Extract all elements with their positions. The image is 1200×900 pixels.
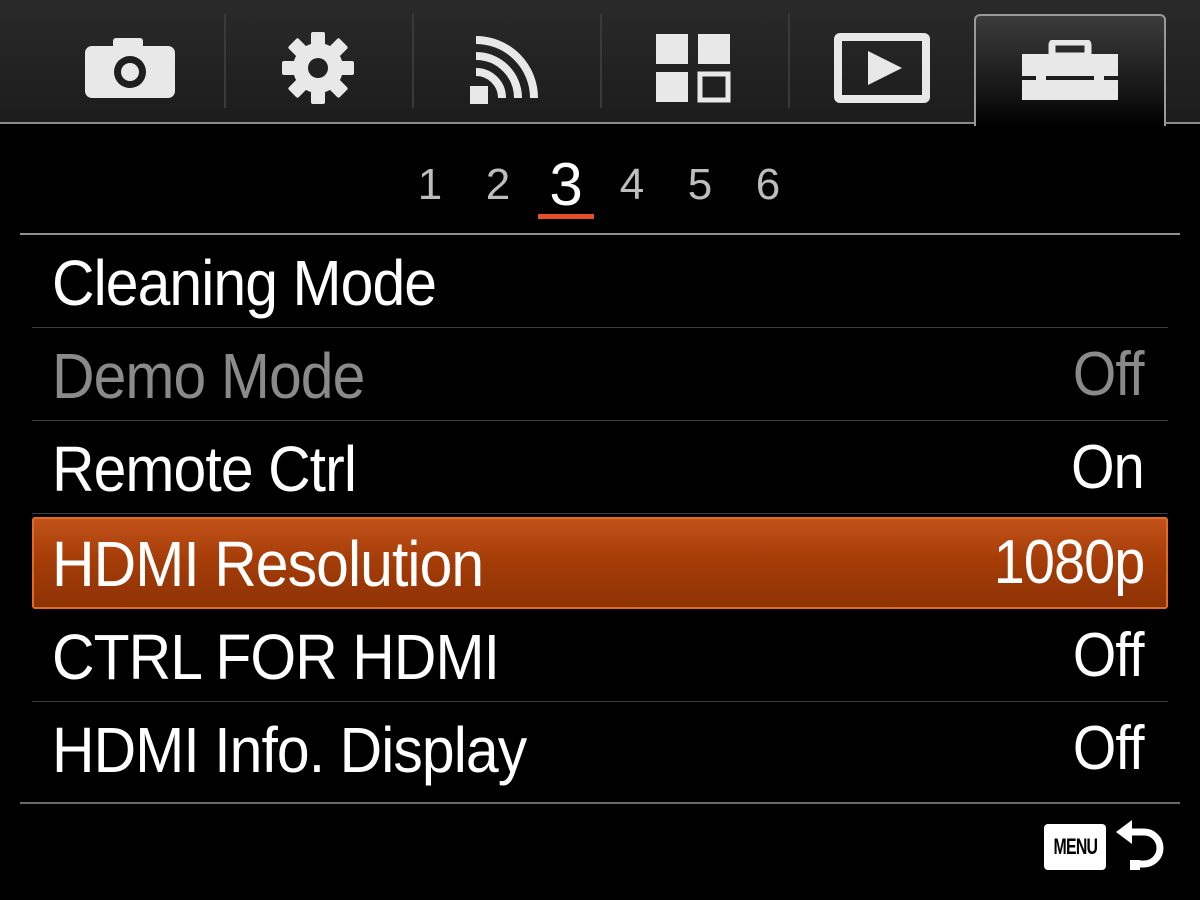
divider bbox=[20, 233, 1180, 235]
menu-button-label: MENU bbox=[1053, 834, 1097, 859]
menu-item-value: Off bbox=[1073, 621, 1145, 690]
menu-item-demo-mode[interactable]: Demo Mode Off bbox=[32, 329, 1168, 421]
menu-item-ctrl-for-hdmi[interactable]: CTRL FOR HDMI Off bbox=[32, 610, 1168, 702]
menu-item-label: Remote Ctrl bbox=[52, 433, 357, 505]
menu-item-value: Off bbox=[1073, 714, 1145, 783]
page-6[interactable]: 6 bbox=[748, 160, 788, 210]
menu-item-label: Cleaning Mode bbox=[52, 247, 437, 319]
page-4[interactable]: 4 bbox=[612, 160, 652, 210]
wireless-icon bbox=[470, 36, 538, 104]
page-2[interactable]: 2 bbox=[478, 160, 518, 210]
menu-item-value: 1080p bbox=[993, 528, 1145, 597]
menu-item-label: HDMI Info. Display bbox=[52, 714, 527, 786]
menu-item-value: Off bbox=[1073, 340, 1145, 409]
page-5[interactable]: 5 bbox=[680, 160, 720, 210]
menu-item-hdmi-resolution[interactable]: HDMI Resolution 1080p bbox=[32, 517, 1168, 609]
menu-item-value: On bbox=[1071, 433, 1145, 502]
current-page-underline bbox=[538, 214, 594, 219]
tab-camera[interactable] bbox=[40, 14, 220, 122]
page-3-current[interactable]: 3 bbox=[546, 150, 586, 219]
footer-divider bbox=[20, 802, 1180, 804]
tab-settings[interactable] bbox=[228, 14, 408, 122]
return-arrow-icon[interactable] bbox=[1114, 818, 1168, 882]
menu-item-label: Demo Mode bbox=[52, 340, 365, 412]
camera-icon bbox=[85, 38, 175, 98]
menu-item-remote-ctrl[interactable]: Remote Ctrl On bbox=[32, 422, 1168, 514]
menu-item-hdmi-info-display[interactable]: HDMI Info. Display Off bbox=[32, 703, 1168, 795]
gear-icon bbox=[282, 32, 354, 104]
menu-item-label: CTRL FOR HDMI bbox=[52, 621, 500, 693]
tab-applications[interactable] bbox=[604, 14, 784, 122]
toolbox-icon bbox=[1022, 40, 1118, 100]
menu-tab-bar bbox=[0, 0, 1200, 126]
menu-button[interactable]: MENU bbox=[1044, 824, 1106, 870]
page-1[interactable]: 1 bbox=[410, 160, 450, 210]
tab-wireless[interactable] bbox=[416, 14, 596, 122]
tab-setup[interactable] bbox=[974, 14, 1166, 126]
menu-item-label: HDMI Resolution bbox=[52, 528, 484, 600]
tab-playback[interactable] bbox=[792, 14, 972, 122]
menu-item-cleaning-mode[interactable]: Cleaning Mode bbox=[32, 236, 1168, 328]
camera-menu-screen: 1 2 3 4 5 6 Cleaning Mode Demo Mode Off … bbox=[0, 0, 1200, 900]
page-indicator: 1 2 3 4 5 6 bbox=[0, 150, 1200, 226]
applications-icon bbox=[656, 34, 731, 103]
playback-icon bbox=[834, 33, 930, 103]
